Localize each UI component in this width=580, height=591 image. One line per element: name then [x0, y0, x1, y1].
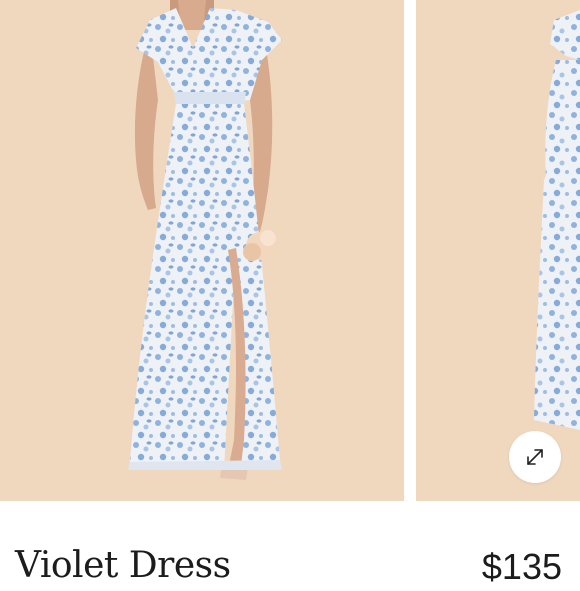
- product-price: $135: [481, 546, 562, 587]
- product-image-secondary[interactable]: [416, 0, 580, 501]
- dress-photo: [534, 10, 580, 430]
- product-info: Violet Dress $135: [0, 501, 580, 587]
- product-image-main[interactable]: [0, 0, 404, 501]
- product-name: Violet Dress: [15, 545, 231, 586]
- product-image-gallery[interactable]: [0, 0, 580, 501]
- expand-arrows-icon: [527, 449, 543, 465]
- dress-photo: [128, 0, 282, 480]
- expand-image-button[interactable]: [509, 431, 561, 483]
